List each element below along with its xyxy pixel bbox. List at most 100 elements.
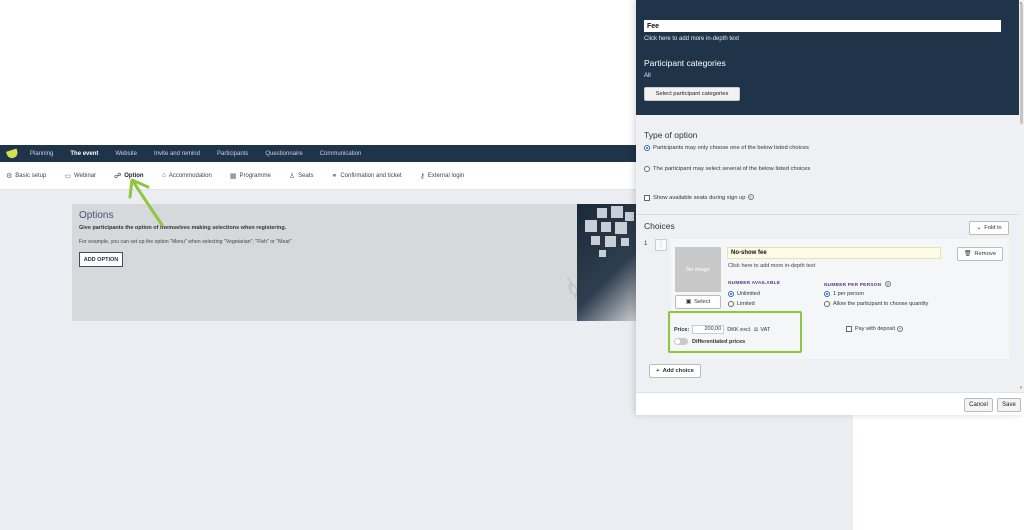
nav-questionnaire[interactable]: Questionnaire xyxy=(265,151,302,157)
subnav-label: Basic setup xyxy=(15,172,47,179)
subnav-webinar[interactable]: ▭ Webinar xyxy=(64,172,96,180)
show-seats-label: Show available seats during sign up xyxy=(653,195,746,201)
radio-button[interactable] xyxy=(728,301,734,307)
differentiated-prices-row[interactable]: Differentiated prices xyxy=(674,338,745,345)
select-participant-categories-button[interactable]: Select participant categories xyxy=(644,87,740,101)
type-multiple-choice-label: The participant may select several of th… xyxy=(653,166,811,172)
show-seats-option[interactable]: Show available seats during sign up ? xyxy=(644,194,754,203)
modal-body: Type of option Participants may only cho… xyxy=(636,115,1019,392)
video-icon: ▭ xyxy=(64,172,71,180)
pay-with-deposit-row[interactable]: Pay with deposit ? xyxy=(846,326,904,332)
radio-button[interactable] xyxy=(644,145,650,151)
option-modal: Click here to add more in-depth text Par… xyxy=(636,0,1024,415)
type-single-choice-option[interactable]: Participants may only choose one of the … xyxy=(644,144,814,153)
differentiated-prices-label: Differentiated prices xyxy=(692,338,746,345)
nav-planning[interactable]: Planning xyxy=(30,151,53,157)
vat-icon: ⚖ xyxy=(753,326,759,333)
show-seats-checkbox[interactable] xyxy=(644,195,650,201)
price-label: Price: xyxy=(674,326,690,333)
per-person-quantity[interactable]: Allow the participant to choose quantity xyxy=(824,301,928,307)
limited-label: Limited xyxy=(737,301,755,307)
subnav-label: Programme xyxy=(239,172,271,179)
help-icon[interactable]: ? xyxy=(897,326,904,332)
key-icon: ⚷ xyxy=(419,172,425,180)
link-icon: ⚭ xyxy=(331,172,338,180)
number-per-person-text: NUMBER PER PERSON xyxy=(824,283,882,288)
screen: Planning The event Website Invite and re… xyxy=(0,0,1024,530)
cancel-button[interactable]: Cancel xyxy=(964,398,993,412)
per-person-single[interactable]: 1 per person xyxy=(824,291,864,297)
modal-scrollbar[interactable]: ▲ ▼ xyxy=(1019,0,1024,392)
pay-with-deposit-label: Pay with deposit xyxy=(855,326,896,332)
radio-button[interactable] xyxy=(824,291,830,297)
fold-in-label: Fold in xyxy=(984,225,1002,231)
drag-handle-icon[interactable]: ⋮ xyxy=(655,239,667,251)
subnav-basic-setup[interactable]: ⚙ Basic setup xyxy=(6,172,46,180)
nav-the-event[interactable]: The event xyxy=(70,151,98,157)
fold-in-button[interactable]: ⌄ Fold in xyxy=(969,221,1009,235)
subnav-label: Confirmation and ticket xyxy=(340,172,402,179)
image-icon: ▣ xyxy=(685,299,692,305)
divider xyxy=(636,214,1019,215)
pay-with-deposit-checkbox[interactable] xyxy=(846,326,852,332)
option-name-input[interactable] xyxy=(644,20,1001,32)
scrollbar-thumb[interactable] xyxy=(1020,4,1023,124)
subnav-confirmation-and-ticket[interactable]: ⚭ Confirmation and ticket xyxy=(331,172,401,180)
save-button[interactable]: Save xyxy=(997,398,1021,412)
subnav-label: Seats xyxy=(298,172,314,179)
nav-website[interactable]: Website xyxy=(115,151,137,157)
number-available-label: NUMBER AVAILABLE xyxy=(728,281,781,286)
choice-description-hint[interactable]: Click here to add more in-depth text xyxy=(728,263,815,269)
nav-invite-and-remind[interactable]: Invite and remind xyxy=(154,151,200,157)
number-available-unlimited[interactable]: Unlimited xyxy=(728,291,760,297)
options-title: Options xyxy=(79,210,114,221)
scroll-down-icon[interactable]: ▼ xyxy=(1019,385,1023,390)
add-choice-button[interactable]: + Add choice xyxy=(649,364,701,378)
number-per-person-label: NUMBER PER PERSON ? xyxy=(824,281,891,288)
trash-icon: 🗑 xyxy=(964,251,972,257)
select-image-button[interactable]: ▣ Select xyxy=(675,295,721,309)
type-multiple-choice-option[interactable]: The participant may select several of th… xyxy=(644,165,814,174)
type-single-choice-label: Participants may only choose one of the … xyxy=(653,145,809,151)
modal-footer: Cancel Save xyxy=(636,392,1024,415)
plus-icon: + xyxy=(656,368,660,374)
remove-choice-button[interactable]: 🗑 Remove xyxy=(957,247,1003,261)
select-label: Select xyxy=(694,299,711,305)
subnav-label: Webinar xyxy=(73,172,97,179)
choice-image-placeholder: No image xyxy=(675,247,721,292)
option-description-hint[interactable]: Click here to add more in-depth text xyxy=(644,36,739,42)
choice-name-input[interactable]: No-show fee xyxy=(727,247,941,259)
number-available-limited[interactable]: Limited xyxy=(728,301,755,307)
options-example: For example, you can set up the option "… xyxy=(79,239,292,245)
differentiated-prices-toggle[interactable] xyxy=(674,338,688,345)
price-input[interactable]: 200,00 xyxy=(692,325,725,334)
one-per-person-label: 1 per person xyxy=(833,291,864,297)
subnav-label: External login xyxy=(427,172,465,179)
subnav-label: Accommodation xyxy=(168,172,212,179)
vat-label: VAT xyxy=(760,326,771,333)
nav-communication[interactable]: Communication xyxy=(320,151,362,157)
subnav-external-login[interactable]: ⚷ External login xyxy=(420,172,465,180)
annotation-arrow-icon xyxy=(128,178,164,227)
person-icon: ♙ xyxy=(288,172,296,180)
add-option-button[interactable]: ADD OPTION xyxy=(79,252,123,267)
subnav-programme[interactable]: ▦ Programme xyxy=(230,172,271,180)
nav-participants[interactable]: Participants xyxy=(217,151,248,157)
subnav-seats[interactable]: ♙ Seats xyxy=(289,172,314,180)
participant-categories-value: All xyxy=(644,73,651,79)
radio-button[interactable] xyxy=(644,166,650,172)
choose-quantity-label: Allow the participant to choose quantity xyxy=(833,301,929,307)
calendar-icon: ▦ xyxy=(229,172,237,180)
help-icon[interactable]: ? xyxy=(747,194,754,200)
price-row: Price: 200,00 DKK excl. ⚖ VAT xyxy=(674,325,770,334)
radio-button[interactable] xyxy=(824,301,830,307)
choice-number: 1 xyxy=(644,241,648,247)
participant-categories-title: Participant categories xyxy=(644,58,726,68)
choices-title: Choices xyxy=(644,221,675,231)
help-icon[interactable]: ? xyxy=(884,281,891,287)
type-of-option-title: Type of option xyxy=(644,130,698,140)
gear-icon: ⚙ xyxy=(6,172,13,180)
unlimited-label: Unlimited xyxy=(737,291,760,297)
modal-header: Click here to add more in-depth text Par… xyxy=(636,0,1019,115)
radio-button[interactable] xyxy=(728,291,734,297)
